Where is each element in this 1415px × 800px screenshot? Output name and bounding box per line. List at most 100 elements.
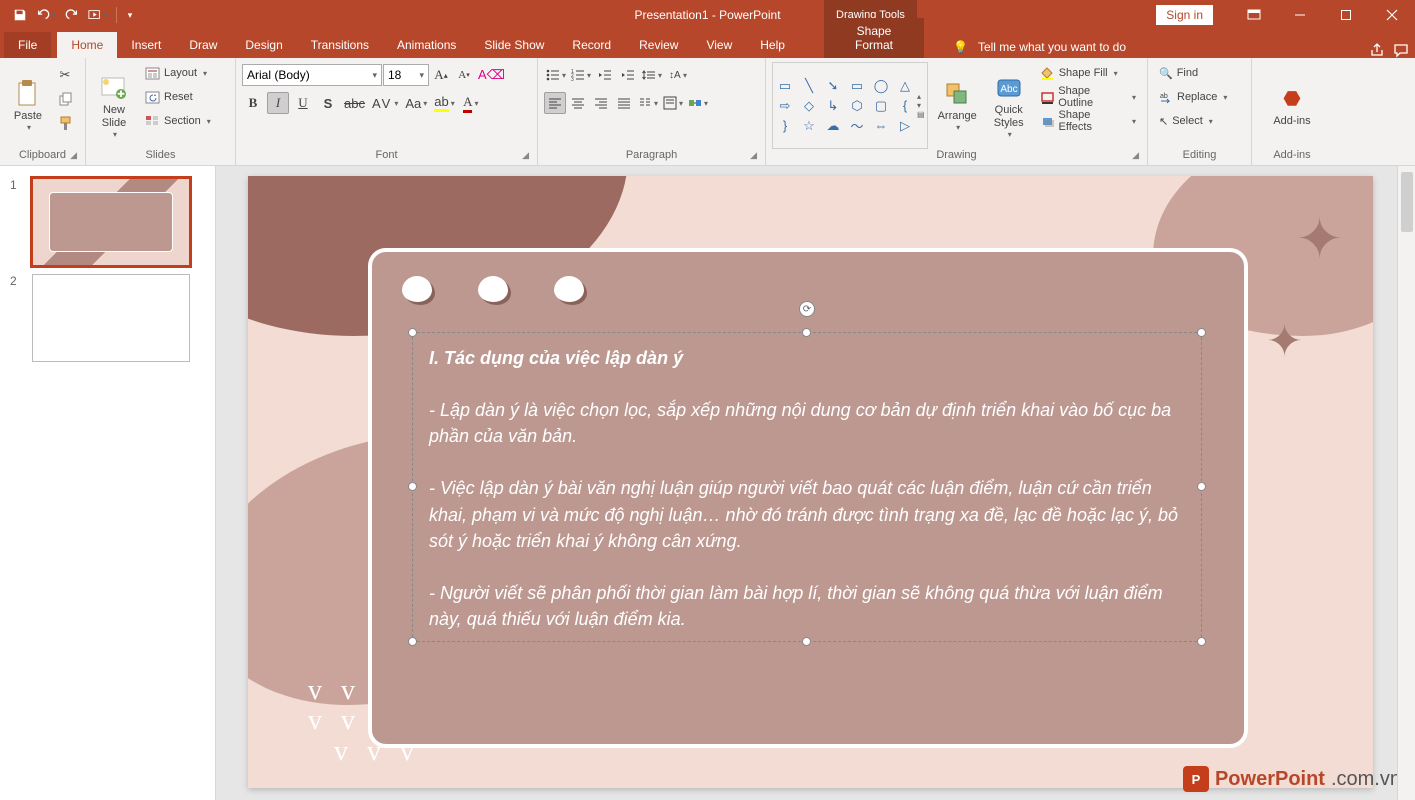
font-color-button[interactable]: A bbox=[460, 92, 482, 114]
shape-rbrace-icon: } bbox=[775, 117, 795, 135]
comments-button[interactable] bbox=[1393, 42, 1409, 58]
font-size-combo[interactable]: 18▾ bbox=[383, 64, 429, 86]
align-text-button[interactable] bbox=[661, 92, 685, 114]
clear-formatting-button[interactable]: A⌫ bbox=[476, 64, 507, 86]
justify-button[interactable] bbox=[613, 92, 635, 114]
character-spacing-button[interactable]: AV bbox=[370, 92, 400, 114]
resize-handle-e[interactable] bbox=[1197, 482, 1206, 491]
strikethrough-button[interactable]: abc bbox=[342, 92, 367, 114]
tab-transitions[interactable]: Transitions bbox=[297, 32, 383, 58]
resize-handle-s[interactable] bbox=[802, 637, 811, 646]
align-left-button[interactable] bbox=[544, 92, 566, 114]
customize-qat-button[interactable]: ▾ bbox=[123, 3, 137, 27]
font-name-combo[interactable]: Arial (Body)▾ bbox=[242, 64, 382, 86]
format-painter-button[interactable] bbox=[54, 112, 76, 134]
decrease-font-button[interactable]: A▾ bbox=[453, 64, 475, 86]
quick-styles-button[interactable]: Abc Quick Styles bbox=[987, 62, 1031, 149]
shape-effects-button[interactable]: Shape Effects bbox=[1035, 110, 1141, 132]
align-right-button[interactable] bbox=[590, 92, 612, 114]
vertical-scrollbar[interactable] bbox=[1397, 166, 1415, 800]
highlight-button[interactable]: ab bbox=[432, 92, 456, 114]
reset-button[interactable]: Reset bbox=[140, 86, 216, 108]
arrange-button[interactable]: Arrange bbox=[932, 62, 983, 149]
tab-review[interactable]: Review bbox=[625, 32, 692, 58]
find-button[interactable]: 🔍Find bbox=[1154, 62, 1245, 84]
tab-file[interactable]: File bbox=[4, 32, 51, 58]
cut-button[interactable]: ✂ bbox=[54, 64, 76, 86]
maximize-button[interactable] bbox=[1323, 0, 1369, 30]
change-case-button[interactable]: Aa bbox=[403, 92, 429, 114]
underline-button[interactable]: U bbox=[292, 92, 314, 114]
slide-thumbnail-2[interactable] bbox=[32, 274, 190, 362]
cursor-icon: ↖ bbox=[1159, 115, 1168, 128]
bullets-button[interactable] bbox=[544, 64, 568, 86]
shapes-gallery[interactable]: ▭ ╲ ➘ ▭ ◯ △ ⇨ ◇ ↳ ⬡ ▢ { } ☆ ☁ ～ ⇔ bbox=[772, 62, 928, 149]
copy-button[interactable] bbox=[54, 88, 76, 110]
tab-home[interactable]: Home bbox=[57, 32, 117, 58]
addins-button[interactable]: ⬣ Add-ins bbox=[1258, 62, 1326, 149]
share-button[interactable] bbox=[1369, 42, 1385, 58]
tab-draw[interactable]: Draw bbox=[175, 32, 231, 58]
resize-handle-w[interactable] bbox=[408, 482, 417, 491]
slide-editor-area[interactable]: ✦ ✦ v v vv v v v v v v ⟳ I. Tác dụng c bbox=[216, 166, 1415, 800]
sign-in-button[interactable]: Sign in bbox=[1156, 5, 1213, 25]
line-spacing-button[interactable] bbox=[640, 64, 664, 86]
tab-insert[interactable]: Insert bbox=[117, 32, 175, 58]
selected-text-box[interactable]: ⟳ I. Tác dụng của việc lập dàn ý - Lập d… bbox=[412, 332, 1202, 642]
slide-thumbnail-pane[interactable]: 1 2 bbox=[0, 166, 216, 800]
section-button[interactable]: Section bbox=[140, 110, 216, 132]
start-from-beginning-button[interactable] bbox=[86, 3, 110, 27]
tab-animations[interactable]: Animations bbox=[383, 32, 470, 58]
slide-paragraph-3: - Người viết sẽ phân phối thời gian làm … bbox=[429, 580, 1185, 632]
resize-handle-ne[interactable] bbox=[1197, 328, 1206, 337]
bold-button[interactable]: B bbox=[242, 92, 264, 114]
slide-canvas[interactable]: ✦ ✦ v v vv v v v v v v ⟳ I. Tác dụng c bbox=[248, 176, 1373, 788]
align-center-button[interactable] bbox=[567, 92, 589, 114]
slide-thumbnail-1[interactable] bbox=[32, 178, 190, 266]
select-button[interactable]: ↖Select bbox=[1154, 110, 1245, 132]
close-button[interactable] bbox=[1369, 0, 1415, 30]
resize-handle-nw[interactable] bbox=[408, 328, 417, 337]
increase-indent-button[interactable] bbox=[617, 64, 639, 86]
shape-fill-button[interactable]: Shape Fill bbox=[1035, 62, 1141, 84]
tab-slide-show[interactable]: Slide Show bbox=[470, 32, 558, 58]
tab-help[interactable]: Help bbox=[746, 32, 799, 58]
group-clipboard-label: Clipboard bbox=[19, 149, 66, 161]
ribbon-display-options-button[interactable] bbox=[1231, 0, 1277, 30]
redo-button[interactable] bbox=[60, 3, 84, 27]
replace-button[interactable]: abReplace bbox=[1154, 86, 1245, 108]
clipboard-dialog-launcher[interactable]: ◢ bbox=[70, 150, 77, 161]
save-icon[interactable] bbox=[8, 3, 32, 27]
resize-handle-n[interactable] bbox=[802, 328, 811, 337]
smartart-button[interactable] bbox=[686, 92, 710, 114]
rotate-handle[interactable]: ⟳ bbox=[799, 301, 815, 317]
undo-button[interactable] bbox=[34, 3, 58, 27]
resize-handle-se[interactable] bbox=[1197, 637, 1206, 646]
tab-view[interactable]: View bbox=[692, 32, 746, 58]
shadow-button[interactable]: S bbox=[317, 92, 339, 114]
paste-button[interactable]: Paste bbox=[6, 62, 50, 149]
paragraph-dialog-launcher[interactable]: ◢ bbox=[750, 150, 757, 161]
resize-handle-sw[interactable] bbox=[408, 637, 417, 646]
tab-record[interactable]: Record bbox=[558, 32, 625, 58]
drawing-dialog-launcher[interactable]: ◢ bbox=[1132, 150, 1139, 161]
scrollbar-thumb[interactable] bbox=[1401, 172, 1413, 232]
tab-design[interactable]: Design bbox=[231, 32, 296, 58]
tab-shape-format[interactable]: Shape Format bbox=[824, 18, 924, 58]
italic-button[interactable]: I bbox=[267, 92, 289, 114]
shape-outline-button[interactable]: Shape Outline bbox=[1035, 86, 1141, 108]
workspace: 1 2 ✦ ✦ v v vv v v v v v v ⟳ bbox=[0, 166, 1415, 800]
text-content[interactable]: I. Tác dụng của việc lập dàn ý - Lập dàn… bbox=[413, 333, 1201, 644]
layout-button[interactable]: Layout bbox=[140, 62, 216, 84]
tell-me-search[interactable]: 💡 Tell me what you want to do bbox=[945, 36, 1134, 58]
increase-font-button[interactable]: A▴ bbox=[430, 64, 452, 86]
minimize-button[interactable] bbox=[1277, 0, 1323, 30]
font-dialog-launcher[interactable]: ◢ bbox=[522, 150, 529, 161]
new-slide-button[interactable]: ✚ New Slide bbox=[92, 62, 136, 149]
shape-arrowr-icon: ⇨ bbox=[775, 97, 795, 115]
addins-icon: ⬣ bbox=[1276, 83, 1308, 115]
numbering-button[interactable]: 123 bbox=[569, 64, 593, 86]
text-direction-button[interactable]: ↕A bbox=[665, 64, 689, 86]
columns-button[interactable] bbox=[636, 92, 660, 114]
decrease-indent-button[interactable] bbox=[594, 64, 616, 86]
